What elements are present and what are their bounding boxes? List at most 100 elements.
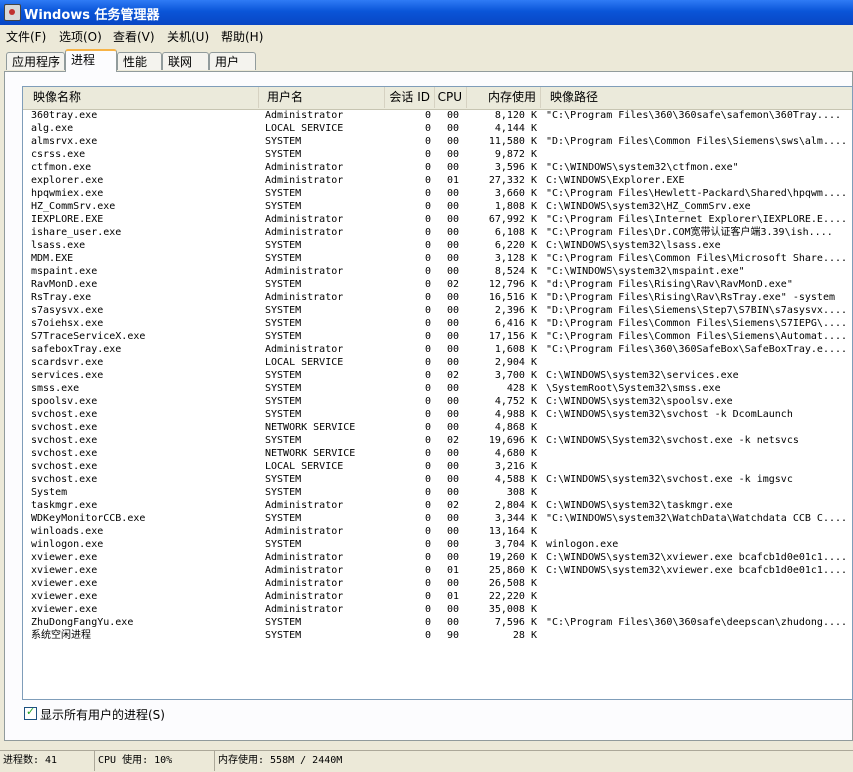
- process-row[interactable]: smss.exe SYSTEM 0 00 428 K \SystemRoot\System…: [23, 382, 852, 395]
- column-session-id[interactable]: 会话 ID: [385, 87, 435, 108]
- process-row[interactable]: ctfmon.exe Administrator 0 00 3,596 K "C:\WIN…: [23, 161, 852, 174]
- process-path: C:\WINDOWS\system32\services.exe: [546, 370, 739, 381]
- process-session: 0: [424, 604, 431, 615]
- menu-shutdown[interactable]: 关机(U): [167, 28, 209, 45]
- process-user: SYSTEM: [265, 383, 302, 394]
- menu-file[interactable]: 文件(F): [6, 28, 46, 45]
- menu-options[interactable]: 选项(O): [59, 28, 102, 45]
- process-row[interactable]: xviewer.exe Administrator 0 01 25,860 K C:\WI…: [23, 564, 852, 577]
- process-row[interactable]: svchost.exe SYSTEM 0 00 4,988 K C:\WINDOWS\sy…: [23, 408, 852, 421]
- process-cpu: 00: [446, 617, 459, 628]
- process-row[interactable]: explorer.exe Administrator 0 01 27,332 K C:\W…: [23, 174, 852, 187]
- menu-help[interactable]: 帮助(H): [221, 28, 263, 45]
- process-row[interactable]: hpqwmiex.exe SYSTEM 0 00 3,660 K "C:\Program …: [23, 187, 852, 200]
- process-path: "C:\Program Files\Dr.COM宽带认证客户端3.39\ish.…: [546, 227, 833, 238]
- process-memory: 13,164 K: [488, 526, 537, 537]
- process-row[interactable]: s7oiehsx.exe SYSTEM 0 00 6,416 K "D:\Program …: [23, 317, 852, 330]
- process-row[interactable]: taskmgr.exe Administrator 0 02 2,804 K C:\WIN…: [23, 499, 852, 512]
- process-row[interactable]: xviewer.exe Administrator 0 01 22,220 K: [23, 590, 852, 603]
- title-bar[interactable]: Windows 任务管理器: [0, 0, 853, 25]
- process-row[interactable]: IEXPLORE.EXE Administrator 0 00 67,992 K "C:\…: [23, 213, 852, 226]
- process-row[interactable]: MDM.EXE SYSTEM 0 00 3,128 K "C:\Program Files…: [23, 252, 852, 265]
- process-row[interactable]: System SYSTEM 0 00 308 K: [23, 486, 852, 499]
- process-row[interactable]: svchost.exe NETWORK SERVICE 0 00 4,680 K: [23, 447, 852, 460]
- process-row[interactable]: spoolsv.exe SYSTEM 0 00 4,752 K C:\WINDOWS\sy…: [23, 395, 852, 408]
- tab-strip: 应用程序 进程 性能 联网 用户: [0, 49, 853, 72]
- process-row[interactable]: ishare_user.exe Administrator 0 00 6,108 K "C…: [23, 226, 852, 239]
- process-row[interactable]: xviewer.exe Administrator 0 00 19,260 K C:\WI…: [23, 551, 852, 564]
- process-cpu: 01: [446, 591, 459, 602]
- tab-networking[interactable]: 联网: [162, 52, 209, 70]
- process-name: S7TraceServiceX.exe: [31, 331, 146, 342]
- process-name: alg.exe: [31, 123, 74, 134]
- process-session: 0: [424, 500, 431, 511]
- process-name: xviewer.exe: [31, 578, 98, 589]
- process-row[interactable]: HZ_CommSrv.exe SYSTEM 0 00 1,808 K C:\WINDOWS…: [23, 200, 852, 213]
- column-image-name[interactable]: 映像名称: [23, 87, 259, 108]
- process-row[interactable]: S7TraceServiceX.exe SYSTEM 0 00 17,156 K "C:\…: [23, 330, 852, 343]
- process-name: smss.exe: [31, 383, 80, 394]
- process-row[interactable]: RavMonD.exe SYSTEM 0 02 12,796 K "d:\Program …: [23, 278, 852, 291]
- process-list[interactable]: 映像名称 用户名 会话 ID CPU 内存使用 映像路径 360tray.exe…: [22, 86, 853, 700]
- process-row[interactable]: csrss.exe SYSTEM 0 00 9,872 K: [23, 148, 852, 161]
- process-row[interactable]: WDKeyMonitorCCB.exe SYSTEM 0 00 3,344 K "C:\W…: [23, 512, 852, 525]
- process-row[interactable]: almsrvx.exe SYSTEM 0 00 11,580 K "D:\Program …: [23, 135, 852, 148]
- process-user: Administrator: [265, 552, 344, 563]
- tab-processes[interactable]: 进程: [65, 49, 117, 72]
- column-mem-usage[interactable]: 内存使用: [467, 87, 541, 108]
- process-path: C:\WINDOWS\system32\svchost -k DcomLaunc…: [546, 409, 793, 420]
- process-name: ctfmon.exe: [31, 162, 92, 173]
- process-row[interactable]: winlogon.exe SYSTEM 0 00 3,704 Kwinlogon.exe: [23, 538, 852, 551]
- show-all-users-checkbox[interactable]: ✓: [24, 705, 37, 720]
- column-cpu[interactable]: CPU: [435, 87, 467, 108]
- tab-users[interactable]: 用户: [209, 52, 256, 70]
- process-path: "C:\Program Files\360\360SafeBox\SafeBox…: [546, 344, 846, 355]
- process-session: 0: [424, 292, 431, 303]
- process-row[interactable]: s7asysvx.exe SYSTEM 0 00 2,396 K "D:\Program …: [23, 304, 852, 317]
- process-session: 0: [424, 513, 431, 524]
- process-memory: 6,108 K: [494, 227, 537, 238]
- tab-applications[interactable]: 应用程序: [6, 52, 65, 70]
- process-row[interactable]: mspaint.exe Administrator 0 00 8,524 K "C:\WI…: [23, 265, 852, 278]
- process-memory: 6,220 K: [494, 240, 537, 251]
- process-cpu: 00: [446, 253, 459, 264]
- process-cpu: 00: [446, 162, 459, 173]
- menu-view[interactable]: 查看(V): [113, 28, 155, 45]
- process-cpu: 00: [446, 305, 459, 316]
- process-path: "D:\Program Files\Common Files\Siemens\s…: [546, 136, 846, 147]
- process-row[interactable]: alg.exe LOCAL SERVICE 0 00 4,144 K: [23, 122, 852, 135]
- process-row[interactable]: RsTray.exe Administrator 0 00 16,516 K "D:\Pr…: [23, 291, 852, 304]
- process-row[interactable]: winloads.exe Administrator 0 00 13,164 K: [23, 525, 852, 538]
- process-session: 0: [424, 422, 431, 433]
- process-memory: 4,588 K: [494, 474, 537, 485]
- process-row[interactable]: xviewer.exe Administrator 0 00 26,508 K: [23, 577, 852, 590]
- process-path: C:\WINDOWS\system32\taskmgr.exe: [546, 500, 733, 511]
- column-user-name[interactable]: 用户名: [259, 87, 385, 108]
- process-memory: 428 K: [506, 383, 537, 394]
- process-memory: 28 K: [512, 630, 537, 641]
- column-image-path[interactable]: 映像路径: [541, 87, 852, 108]
- process-row[interactable]: 360tray.exe Administrator 0 00 8,120 K "C:\Pr…: [23, 109, 852, 122]
- process-row[interactable]: svchost.exe NETWORK SERVICE 0 00 4,868 K: [23, 421, 852, 434]
- process-row[interactable]: 系统空闲进程 SYSTEM 0 90 28 K: [23, 629, 852, 642]
- process-row[interactable]: svchost.exe LOCAL SERVICE 0 00 3,216 K: [23, 460, 852, 473]
- process-row[interactable]: ZhuDongFangYu.exe SYSTEM 0 00 7,596 K "C:\Pro…: [23, 616, 852, 629]
- process-row[interactable]: safeboxTray.exe Administrator 0 00 1,608 K "C…: [23, 343, 852, 356]
- process-row[interactable]: services.exe SYSTEM 0 02 3,700 K C:\WINDOWS\s…: [23, 369, 852, 382]
- process-name: spoolsv.exe: [31, 396, 98, 407]
- process-user: LOCAL SERVICE: [265, 461, 344, 472]
- process-session: 0: [424, 357, 431, 368]
- process-session: 0: [424, 565, 431, 576]
- process-row[interactable]: svchost.exe SYSTEM 0 02 19,696 K C:\WINDOWS\S…: [23, 434, 852, 447]
- process-row[interactable]: scardsvr.exe LOCAL SERVICE 0 00 2,904 K: [23, 356, 852, 369]
- tab-performance[interactable]: 性能: [117, 52, 162, 70]
- process-row[interactable]: svchost.exe SYSTEM 0 00 4,588 K C:\WINDOWS\sy…: [23, 473, 852, 486]
- process-row[interactable]: xviewer.exe Administrator 0 00 35,008 K: [23, 603, 852, 616]
- process-user: Administrator: [265, 214, 344, 225]
- process-user: SYSTEM: [265, 487, 302, 498]
- process-memory: 3,216 K: [494, 461, 537, 472]
- process-name: services.exe: [31, 370, 104, 381]
- process-row[interactable]: lsass.exe SYSTEM 0 00 6,220 K C:\WINDOWS\syst…: [23, 239, 852, 252]
- process-cpu: 00: [446, 539, 459, 550]
- process-path: "D:\Program Files\Siemens\Step7\S7BIN\s7…: [546, 305, 846, 316]
